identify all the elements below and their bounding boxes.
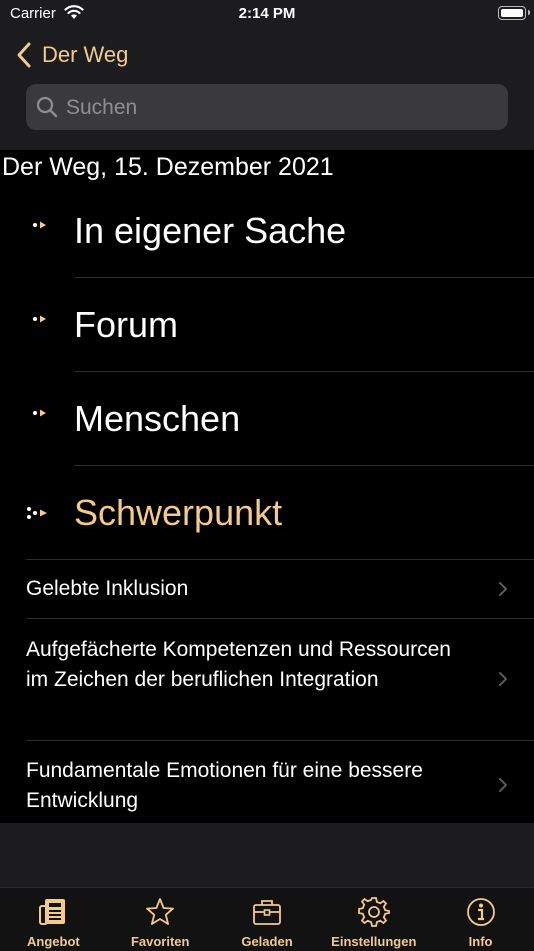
tab-angebot[interactable]: Angebot xyxy=(0,888,107,951)
search-bar[interactable] xyxy=(26,84,508,132)
chevron-left-icon xyxy=(17,42,31,68)
section-schwerpunkt[interactable]: Schwerpunkt xyxy=(0,466,534,560)
chevron-right-icon xyxy=(499,778,507,792)
article-title: Fundamentale Emotionen für eine bessere … xyxy=(26,759,423,812)
section-title: Forum xyxy=(74,304,179,345)
search-icon xyxy=(36,96,58,118)
tab-geladen[interactable]: Geladen xyxy=(214,888,321,951)
chevron-right-icon xyxy=(499,582,507,596)
article-row[interactable]: Gelebte Inklusion xyxy=(0,560,534,618)
article-title: Gelebte Inklusion xyxy=(26,577,189,600)
section-forum[interactable]: Forum xyxy=(0,278,534,372)
tab-label: Favoriten xyxy=(130,934,190,949)
briefcase-icon xyxy=(253,900,281,925)
tab-label: Info xyxy=(468,934,493,949)
newspaper-icon xyxy=(39,899,66,925)
battery-icon xyxy=(498,6,530,20)
tab-favoriten[interactable]: Favoriten xyxy=(107,888,214,951)
info-icon xyxy=(466,898,495,926)
tab-einstellungen[interactable]: Einstellungen xyxy=(320,888,427,951)
article-row[interactable]: Fundamentale Emotionen für eine bessere … xyxy=(0,741,534,823)
section-title: In eigener Sache xyxy=(74,210,347,251)
back-button-label: Der Weg xyxy=(42,42,129,67)
section-title: Schwerpunkt xyxy=(74,492,283,533)
empty-area xyxy=(0,823,534,887)
clock: 2:14 PM xyxy=(238,5,296,22)
section-in-eigener-sache[interactable]: In eigener Sache xyxy=(0,184,534,278)
star-icon xyxy=(146,898,175,925)
section-bullet-icon xyxy=(33,315,46,323)
article-title: Aufgefächerte Kompetenzen und Ressourcen… xyxy=(26,638,451,691)
back-button[interactable]: Der Weg xyxy=(14,40,128,70)
section-title: Menschen xyxy=(74,398,241,439)
tab-label: Geladen xyxy=(241,934,293,949)
gear-icon xyxy=(357,897,390,927)
issue-heading: Der Weg, 15. Dezember 2021 xyxy=(2,153,334,181)
status-bar: Carrier 2:14 PM xyxy=(0,0,534,28)
tab-bar: Angebot Favoriten Geladen Einstellungen xyxy=(0,887,534,951)
section-bullet-icon xyxy=(33,221,46,229)
tab-label: Einstellungen xyxy=(331,934,417,949)
tab-label: Angebot xyxy=(27,934,80,949)
section-bullet-icon xyxy=(33,409,46,417)
article-row[interactable]: Aufgefächerte Kompetenzen und Ressourcen… xyxy=(0,619,534,739)
tab-info[interactable]: Info xyxy=(427,888,534,951)
navigation-bar: Der Weg xyxy=(0,28,534,150)
section-menschen[interactable]: Menschen xyxy=(0,372,534,466)
search-input[interactable] xyxy=(64,84,498,132)
chevron-right-icon xyxy=(499,672,507,686)
section-expanded-icon xyxy=(27,507,47,519)
